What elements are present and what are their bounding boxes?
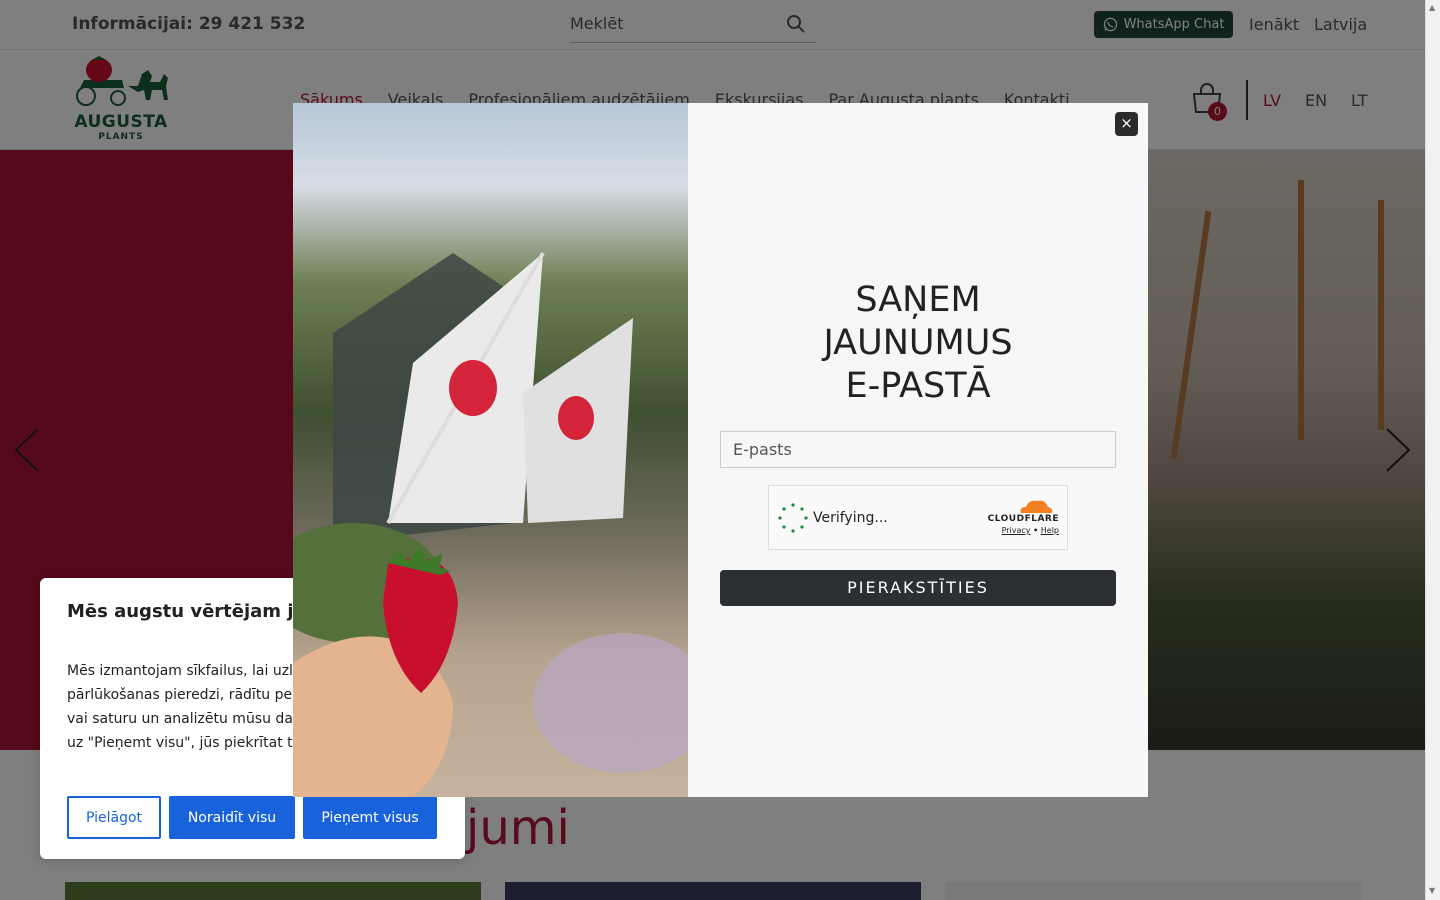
cookie-customise-button[interactable]: Pielāgot [67, 796, 161, 839]
cloudflare-logo: CLOUDFLARE Privacy • Help [979, 498, 1059, 542]
cookie-accept-button[interactable]: Pieņemt visus [303, 796, 437, 839]
modal-title: SAŅEM JAUNUMUS E-PASTĀ [720, 279, 1116, 408]
captcha-brand: CLOUDFLARE [987, 514, 1059, 524]
cloudflare-cloud-icon [1020, 500, 1053, 513]
modal-title-line: JAUNUMUS [823, 323, 1013, 363]
newsletter-modal: × SAŅEM JAUNUMUS E-PASTĀ Verifying... CL… [293, 103, 1148, 797]
modal-title-line: SAŅEM [855, 280, 981, 320]
captcha-privacy-link[interactable]: Privacy [1002, 526, 1031, 535]
subscribe-button[interactable]: PIERAKSTĪTIES [720, 570, 1116, 606]
captcha-sep: • [1033, 526, 1039, 535]
email-field[interactable] [720, 431, 1116, 468]
captcha-status: Verifying... [813, 510, 888, 526]
scrollbar[interactable]: ▲ ▼ [1425, 0, 1440, 900]
captcha-help-link[interactable]: Help [1041, 526, 1059, 535]
close-modal-button[interactable]: × [1115, 112, 1138, 136]
cloudflare-captcha[interactable]: Verifying... CLOUDFLARE Privacy • Help [768, 485, 1068, 550]
cookie-reject-button[interactable]: Noraidīt visu [169, 796, 295, 839]
strawberry-flags-photo [293, 103, 688, 797]
modal-title-line: E-PASTĀ [845, 366, 991, 406]
captcha-links: Privacy • Help [1002, 526, 1059, 535]
loading-spinner-icon [778, 503, 808, 533]
